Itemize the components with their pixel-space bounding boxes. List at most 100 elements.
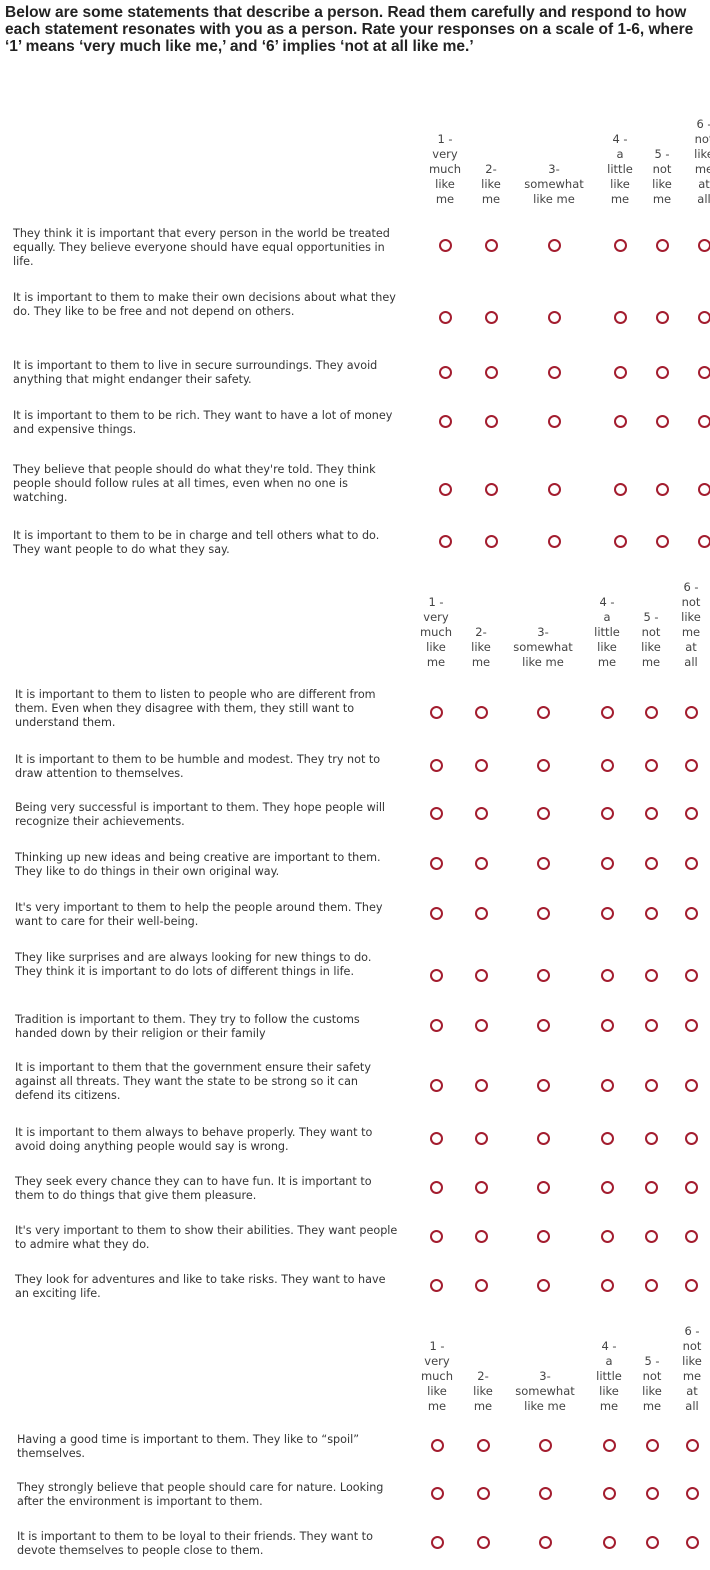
radio-option-2[interactable] — [485, 483, 498, 496]
radio-option-3[interactable] — [537, 1181, 550, 1194]
radio-option-2[interactable] — [475, 1230, 488, 1243]
radio-option-3[interactable] — [537, 1019, 550, 1032]
radio-option-4[interactable] — [601, 1079, 614, 1092]
radio-option-1[interactable] — [430, 1279, 443, 1292]
radio-option-5[interactable] — [656, 239, 669, 252]
radio-option-1[interactable] — [430, 1079, 443, 1092]
radio-option-4[interactable] — [614, 366, 627, 379]
radio-option-1[interactable] — [430, 807, 443, 820]
radio-option-4[interactable] — [603, 1487, 616, 1500]
radio-option-5[interactable] — [645, 1230, 658, 1243]
radio-option-3[interactable] — [537, 1230, 550, 1243]
radio-option-4[interactable] — [603, 1536, 616, 1549]
radio-option-2[interactable] — [475, 857, 488, 870]
radio-option-6[interactable] — [685, 1181, 698, 1194]
radio-option-4[interactable] — [601, 857, 614, 870]
radio-option-1[interactable] — [439, 535, 452, 548]
radio-option-3[interactable] — [548, 535, 561, 548]
radio-option-5[interactable] — [645, 759, 658, 772]
radio-option-4[interactable] — [614, 415, 627, 428]
radio-option-5[interactable] — [646, 1487, 659, 1500]
radio-option-3[interactable] — [539, 1439, 552, 1452]
radio-option-4[interactable] — [601, 1230, 614, 1243]
radio-option-3[interactable] — [537, 807, 550, 820]
radio-option-6[interactable] — [685, 706, 698, 719]
radio-option-2[interactable] — [475, 907, 488, 920]
radio-option-5[interactable] — [645, 907, 658, 920]
radio-option-1[interactable] — [430, 969, 443, 982]
radio-option-4[interactable] — [614, 535, 627, 548]
radio-option-6[interactable] — [698, 311, 710, 324]
radio-option-5[interactable] — [645, 857, 658, 870]
radio-option-1[interactable] — [430, 1132, 443, 1145]
radio-option-2[interactable] — [485, 239, 498, 252]
radio-option-1[interactable] — [430, 759, 443, 772]
radio-option-6[interactable] — [698, 239, 710, 252]
radio-option-6[interactable] — [685, 1079, 698, 1092]
radio-option-5[interactable] — [656, 483, 669, 496]
radio-option-3[interactable] — [537, 907, 550, 920]
radio-option-5[interactable] — [646, 1439, 659, 1452]
radio-option-6[interactable] — [698, 415, 710, 428]
radio-option-2[interactable] — [485, 311, 498, 324]
radio-option-5[interactable] — [656, 311, 669, 324]
radio-option-2[interactable] — [485, 535, 498, 548]
radio-option-1[interactable] — [430, 907, 443, 920]
radio-option-4[interactable] — [603, 1439, 616, 1452]
radio-option-6[interactable] — [686, 1536, 699, 1549]
radio-option-6[interactable] — [685, 807, 698, 820]
radio-option-1[interactable] — [431, 1536, 444, 1549]
radio-option-6[interactable] — [685, 907, 698, 920]
radio-option-1[interactable] — [439, 366, 452, 379]
radio-option-6[interactable] — [685, 1132, 698, 1145]
radio-option-4[interactable] — [601, 1019, 614, 1032]
radio-option-4[interactable] — [614, 483, 627, 496]
radio-option-5[interactable] — [645, 1132, 658, 1145]
radio-option-3[interactable] — [537, 969, 550, 982]
radio-option-4[interactable] — [614, 311, 627, 324]
radio-option-5[interactable] — [645, 1181, 658, 1194]
radio-option-6[interactable] — [698, 535, 710, 548]
radio-option-2[interactable] — [477, 1536, 490, 1549]
radio-option-2[interactable] — [475, 1181, 488, 1194]
radio-option-4[interactable] — [614, 239, 627, 252]
radio-option-6[interactable] — [685, 1019, 698, 1032]
radio-option-4[interactable] — [601, 907, 614, 920]
radio-option-3[interactable] — [548, 366, 561, 379]
radio-option-1[interactable] — [439, 483, 452, 496]
radio-option-6[interactable] — [685, 969, 698, 982]
radio-option-5[interactable] — [645, 706, 658, 719]
radio-option-2[interactable] — [475, 1279, 488, 1292]
radio-option-4[interactable] — [601, 706, 614, 719]
radio-option-4[interactable] — [601, 1181, 614, 1194]
radio-option-1[interactable] — [430, 1230, 443, 1243]
radio-option-4[interactable] — [601, 1279, 614, 1292]
radio-option-6[interactable] — [685, 1230, 698, 1243]
radio-option-1[interactable] — [431, 1487, 444, 1500]
radio-option-4[interactable] — [601, 807, 614, 820]
radio-option-2[interactable] — [475, 1132, 488, 1145]
radio-option-5[interactable] — [645, 1019, 658, 1032]
radio-option-6[interactable] — [685, 857, 698, 870]
radio-option-4[interactable] — [601, 1132, 614, 1145]
radio-option-3[interactable] — [537, 1132, 550, 1145]
radio-option-3[interactable] — [537, 857, 550, 870]
radio-option-5[interactable] — [645, 807, 658, 820]
radio-option-5[interactable] — [656, 535, 669, 548]
radio-option-1[interactable] — [431, 1439, 444, 1452]
radio-option-5[interactable] — [646, 1536, 659, 1549]
radio-option-3[interactable] — [548, 415, 561, 428]
radio-option-3[interactable] — [539, 1487, 552, 1500]
radio-option-1[interactable] — [430, 706, 443, 719]
radio-option-6[interactable] — [686, 1487, 699, 1500]
radio-option-4[interactable] — [601, 969, 614, 982]
radio-option-6[interactable] — [685, 759, 698, 772]
radio-option-2[interactable] — [475, 807, 488, 820]
radio-option-2[interactable] — [475, 1079, 488, 1092]
radio-option-5[interactable] — [645, 1079, 658, 1092]
radio-option-1[interactable] — [430, 1181, 443, 1194]
radio-option-2[interactable] — [475, 1019, 488, 1032]
radio-option-3[interactable] — [548, 483, 561, 496]
radio-option-2[interactable] — [485, 415, 498, 428]
radio-option-6[interactable] — [685, 1279, 698, 1292]
